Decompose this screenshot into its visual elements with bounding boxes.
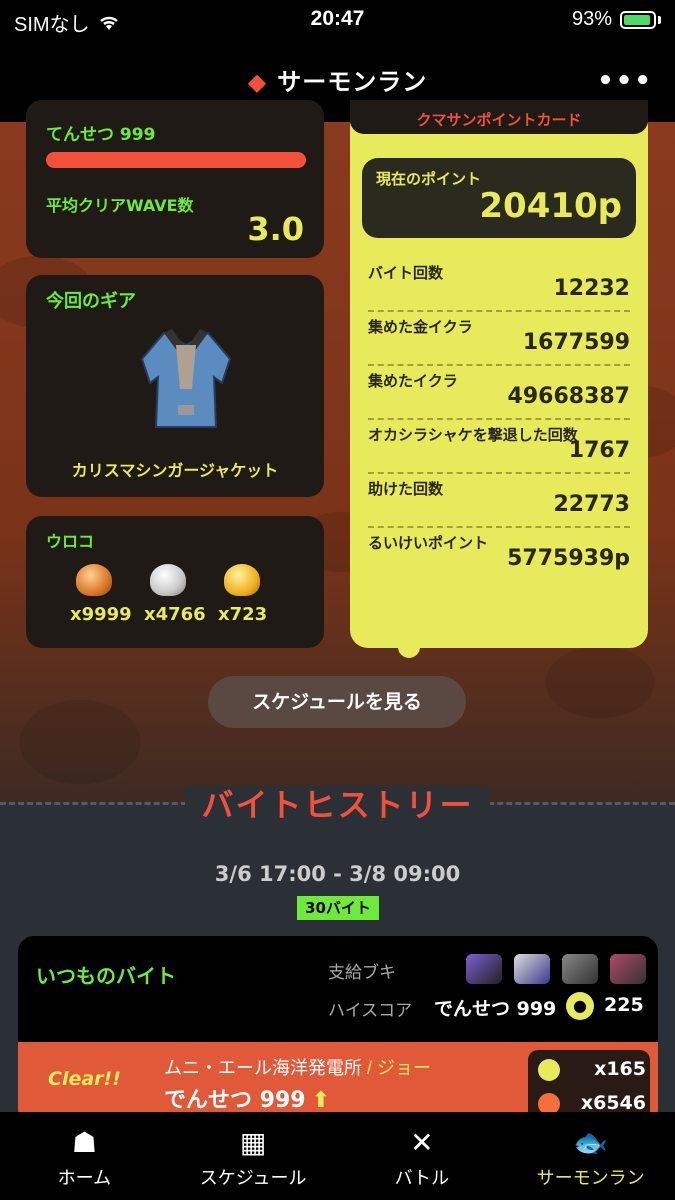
- history-section: バイトヒストリー 3/6 17:00 - 3/8 09:00 30バイト いつも…: [0, 786, 675, 1126]
- tab-label: スケジュール: [199, 1168, 307, 1188]
- stat-value: 1767: [568, 438, 630, 463]
- point-card: クマサンポイントカード 現在のポイント 20410p バイト回数 12232 集…: [350, 100, 648, 658]
- battery-percent: 93%: [571, 8, 612, 30]
- stat-row: 集めたイクラ 49668387: [368, 364, 630, 420]
- power-egg-count: x6546: [580, 1092, 646, 1114]
- bronze-scale: x9999: [70, 564, 132, 625]
- stat-label: るいけいポイント: [368, 534, 489, 552]
- squid-icon: ☗: [71, 1126, 97, 1159]
- silver-scale: x4766: [144, 564, 206, 625]
- gear-name: カリスマシンガージャケット: [71, 461, 279, 480]
- tab-label: サーモンラン: [536, 1168, 645, 1188]
- bronze-scale-count: x9999: [70, 604, 132, 625]
- card-notch: [398, 636, 420, 658]
- tab-label: ホーム: [57, 1168, 112, 1188]
- history-period: 3/6 17:00 - 3/8 09:00: [214, 862, 461, 886]
- stat-row: るいけいポイント 5775939p: [368, 526, 630, 580]
- gear-card[interactable]: 今回のギア カリスマシンガージャケット: [26, 275, 324, 497]
- clear-label: Clear!!: [48, 1068, 121, 1090]
- salmon-icon: 🐟: [573, 1126, 609, 1159]
- golden-egg-count: x165: [594, 1058, 646, 1080]
- highscore-value: 225: [604, 994, 644, 1016]
- more-menu-button[interactable]: •••: [597, 66, 653, 96]
- avg-wave-label: 平均クリアWAVE数: [46, 196, 194, 215]
- stat-label: バイト回数: [368, 264, 444, 282]
- weapon-list: [466, 954, 646, 984]
- battle-icon: ✕: [410, 1126, 434, 1159]
- supply-weapons-label: 支給ブキ: [328, 963, 396, 982]
- rank-up-icon: ⬆: [311, 1088, 331, 1113]
- battery: 93%: [572, 8, 661, 31]
- stat-value: 5775939p: [507, 546, 630, 571]
- battery-icon: [620, 10, 656, 29]
- rank-progress-bar: [46, 152, 306, 168]
- calendar-icon: ▦: [239, 1126, 267, 1159]
- gold-scale-icon: [224, 564, 260, 596]
- stat-value: 12232: [553, 276, 630, 301]
- stat-value: 1677599: [522, 330, 630, 355]
- tab-battle[interactable]: ✕ バトル: [338, 1112, 507, 1200]
- stage-name: ムニ・エール海洋発電所 / ジョー: [164, 1058, 432, 1078]
- job-type: いつものバイト: [36, 964, 176, 988]
- rank-title: てんせつ 999: [46, 125, 156, 145]
- stat-label: 助けた回数: [368, 480, 444, 498]
- golden-egg-icon: ●: [566, 992, 594, 1020]
- scales-label: ウロコ: [46, 532, 95, 551]
- highscore-name: でんせつ 999: [434, 998, 557, 1020]
- stat-label: 集めたイクラ: [368, 372, 458, 390]
- tab-schedule[interactable]: ▦ スケジュール: [169, 1112, 338, 1200]
- stat-value: 49668387: [507, 384, 630, 409]
- stat-label: オカシラシャケを撃退した回数: [368, 426, 578, 444]
- current-points: 現在のポイント 20410p: [362, 158, 636, 238]
- stat-value: 22773: [553, 492, 630, 517]
- stat-row: 助けた回数 22773: [368, 472, 630, 528]
- point-card-tab: クマサンポイントカード: [350, 100, 648, 134]
- point-card-title: クマサンポイントカード: [416, 111, 582, 129]
- tab-label: バトル: [394, 1168, 450, 1188]
- jacket-icon: [140, 329, 232, 428]
- stat-row: オカシラシャケを撃退した回数 1767: [368, 418, 630, 474]
- stat-row: バイト回数 12232: [368, 256, 630, 312]
- stat-row: 集めた金イクラ 1677599: [368, 310, 630, 366]
- tab-salmon-run[interactable]: 🐟 サーモンラン: [506, 1112, 675, 1200]
- tab-bar: ☗ ホーム ▦ スケジュール ✕ バトル 🐟 サーモンラン: [0, 1112, 675, 1200]
- highscore-label: ハイスコア: [328, 1001, 413, 1020]
- bronze-scale-icon: [76, 564, 112, 596]
- gear-label: 今回のギア: [46, 291, 136, 312]
- weapon-icon: [514, 954, 550, 984]
- scales-card: ウロコ x9999 x4766 x723: [26, 516, 324, 648]
- avg-wave-value: 3.0: [247, 210, 304, 248]
- view-schedule-button[interactable]: スケジュールを見る: [208, 676, 466, 728]
- weapon-icon: [562, 954, 598, 984]
- gold-scale: x723: [218, 564, 268, 625]
- salmon-logo-icon: ◆: [247, 68, 268, 96]
- history-title: バイトヒストリー: [0, 780, 675, 826]
- rank-card: てんせつ 999 平均クリアWAVE数 3.0: [26, 100, 324, 258]
- player-rank: でんせつ 999 ⬆: [164, 1088, 331, 1113]
- gold-scale-count: x723: [218, 604, 268, 625]
- silver-scale-count: x4766: [144, 604, 206, 625]
- job-card[interactable]: いつものバイト 支給ブキ ハイスコア でんせつ 999 ● 225 Clear!…: [18, 936, 658, 1126]
- tab-home[interactable]: ☗ ホーム: [0, 1112, 169, 1200]
- weapon-icon: [610, 954, 646, 984]
- status-bar: SIMなし 20:47 93%: [0, 0, 675, 40]
- weapon-icon: [466, 954, 502, 984]
- golden-egg-icon: [538, 1058, 560, 1081]
- current-points-label: 現在のポイント: [376, 170, 482, 188]
- silver-scale-icon: [150, 564, 186, 596]
- page-title: ◆ サーモンラン: [247, 68, 428, 96]
- current-points-value: 20410p: [479, 186, 622, 226]
- job-count-badge: 30バイト: [297, 896, 379, 920]
- stat-label: 集めた金イクラ: [368, 318, 473, 336]
